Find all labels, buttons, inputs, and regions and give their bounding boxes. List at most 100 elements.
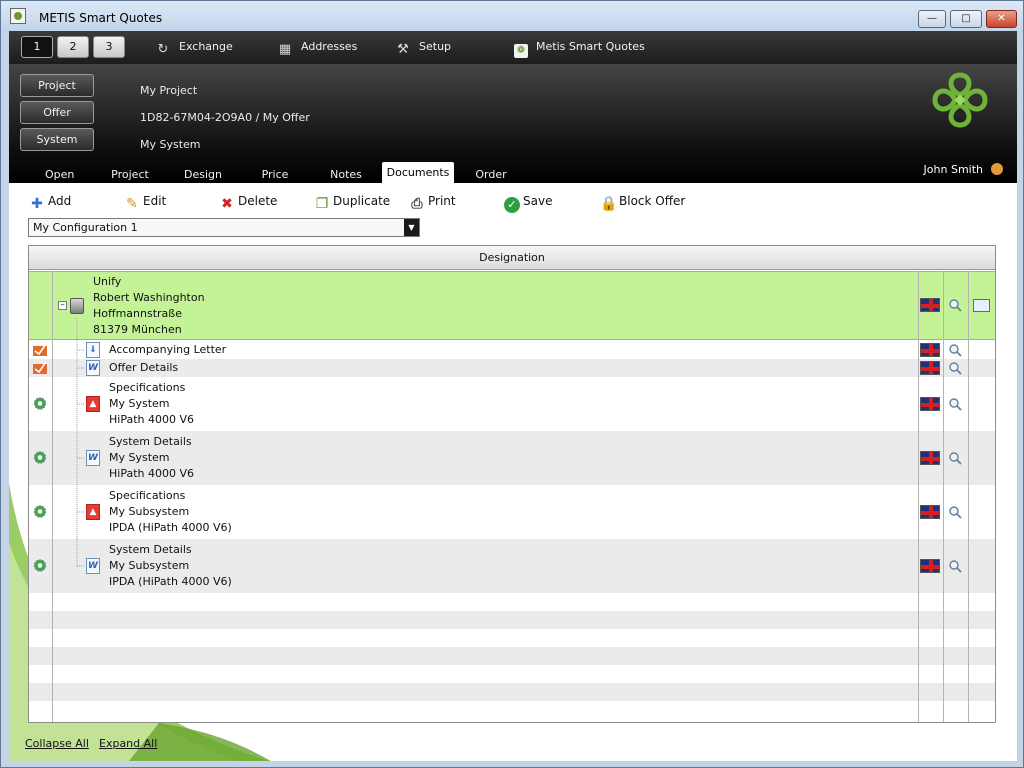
page-button-2[interactable]: 2: [57, 36, 89, 58]
preview-icon[interactable]: [948, 298, 962, 312]
document-line-1: System Details: [109, 543, 192, 556]
column-divider: [52, 271, 53, 722]
table-row-root[interactable]: – Unify Robert Washinghton Hoffmannstraß…: [29, 271, 995, 340]
pdf-document-icon: ▲: [86, 504, 100, 520]
print-icon: ⎙: [411, 196, 423, 212]
collapse-all-link[interactable]: Collapse All: [25, 737, 89, 750]
duplicate-icon: ❐: [315, 196, 329, 212]
language-flag-icon[interactable]: [920, 298, 940, 312]
generated-status-icon: [33, 505, 47, 518]
nav-addresses[interactable]: ▦ Addresses: [277, 40, 357, 57]
language-flag-icon[interactable]: [920, 361, 940, 375]
offer-button[interactable]: Offer: [20, 101, 94, 124]
document-line-1: Specifications: [109, 381, 186, 394]
window-title: METIS Smart Quotes: [39, 11, 163, 25]
configuration-select[interactable]: My Configuration 1 ▼: [28, 218, 420, 237]
user-name: John Smith: [923, 163, 983, 176]
expand-all-link[interactable]: Expand All: [99, 737, 157, 750]
tab-order[interactable]: Order: [474, 168, 508, 183]
table-row[interactable]: ▲ Specifications My Subsystem IPDA (HiPa…: [29, 485, 995, 539]
page-button-1[interactable]: 1: [21, 36, 53, 58]
title-bar: METIS Smart Quotes — □ ✕: [1, 1, 1023, 31]
table-row[interactable]: ▲ Specifications My System HiPath 4000 V…: [29, 377, 995, 431]
chevron-down-icon[interactable]: ▼: [404, 219, 419, 236]
preview-icon[interactable]: [948, 397, 962, 411]
word-document-icon: W: [86, 558, 100, 574]
preview-icon[interactable]: [948, 343, 962, 357]
preview-icon[interactable]: [948, 505, 962, 519]
project-button[interactable]: Project: [20, 74, 94, 97]
column-divider: [968, 271, 969, 722]
language-flag-icon[interactable]: [920, 397, 940, 411]
tab-open[interactable]: Open: [45, 168, 74, 183]
tab-documents[interactable]: Documents: [382, 162, 454, 183]
tab-project[interactable]: Project: [110, 168, 150, 183]
block-offer-label: Block Offer: [619, 194, 686, 208]
offer-value: 1D82-67M04-2O9A0 / My Offer: [140, 111, 310, 124]
save-label: Save: [523, 194, 553, 208]
table-row[interactable]: ⇓ Accompanying Letter: [29, 341, 995, 359]
nav-setup-label: Setup: [419, 40, 452, 53]
maximize-button[interactable]: □: [950, 10, 982, 28]
column-divider: [943, 271, 944, 722]
document-line-1: System Details: [109, 435, 192, 448]
tab-price[interactable]: Price: [260, 168, 290, 183]
exchange-icon: ↻: [157, 42, 169, 57]
project-value: My Project: [140, 84, 198, 97]
root-line-3: Hoffmannstraße: [93, 307, 182, 320]
duplicate-label: Duplicate: [333, 194, 391, 208]
print-button[interactable]: ⎙ Print: [409, 194, 455, 212]
nav-exchange[interactable]: ↻ Exchange: [155, 40, 233, 57]
language-flag-icon[interactable]: [920, 343, 940, 357]
nav-metis-label: Metis Smart Quotes: [536, 40, 645, 53]
page-button-3[interactable]: 3: [93, 36, 125, 58]
add-button[interactable]: ✚ Add: [29, 194, 71, 212]
document-line-2: My System: [109, 451, 170, 464]
tab-notes[interactable]: Notes: [329, 168, 363, 183]
addresses-icon: ▦: [278, 42, 292, 57]
language-flag-icon[interactable]: [920, 451, 940, 465]
table-row[interactable]: W System Details My Subsystem IPDA (HiPa…: [29, 539, 995, 593]
language-flag-icon[interactable]: [920, 505, 940, 519]
minimize-button[interactable]: —: [918, 10, 946, 28]
app-window: METIS Smart Quotes — □ ✕ 1 2 3 ↻ Exchange…: [0, 0, 1024, 768]
generated-status-icon: [33, 397, 47, 410]
document-line-1: Accompanying Letter: [109, 343, 227, 356]
delete-button[interactable]: ✖ Delete: [219, 194, 277, 212]
add-icon: ✚: [31, 196, 43, 212]
generated-status-icon: [33, 559, 47, 572]
nav-setup[interactable]: ⚒ Setup: [395, 40, 451, 57]
edit-button[interactable]: ✎ Edit: [124, 194, 166, 212]
language-flag-icon[interactable]: [920, 559, 940, 573]
close-button[interactable]: ✕: [986, 10, 1017, 28]
document-line-3: IPDA (HiPath 4000 V6): [109, 521, 232, 534]
document-line-3: HiPath 4000 V6: [109, 467, 195, 480]
table-row[interactable]: W System Details My System HiPath 4000 V…: [29, 431, 995, 485]
preview-icon[interactable]: [948, 559, 962, 573]
user-icon: [991, 163, 1003, 175]
edit-label: Edit: [143, 194, 167, 208]
letter-document-icon: ⇓: [86, 342, 100, 358]
collapse-toggle-icon[interactable]: –: [58, 301, 67, 310]
root-line-1: Unify: [93, 275, 122, 288]
preview-icon[interactable]: [948, 451, 962, 465]
word-document-icon: W: [86, 450, 100, 466]
system-button[interactable]: System: [20, 128, 94, 151]
document-line-3: HiPath 4000 V6: [109, 413, 195, 426]
block-offer-button[interactable]: 🔒 Block Offer: [600, 194, 685, 212]
pdf-document-icon: ▲: [86, 396, 100, 412]
user-info[interactable]: John Smith: [924, 163, 1003, 176]
preview-icon[interactable]: [948, 361, 962, 375]
add-label: Add: [48, 194, 72, 208]
table-row[interactable]: W Offer Details: [29, 359, 995, 377]
tab-design[interactable]: Design: [184, 168, 222, 183]
top-navigation: 1 2 3 ↻ Exchange ▦ Addresses ⚒ Setup ❁ Metis…: [9, 31, 1017, 64]
root-line-4: 81379 München: [93, 323, 182, 336]
save-button[interactable]: ✓ Save: [504, 194, 552, 213]
email-icon[interactable]: [973, 299, 990, 312]
duplicate-button[interactable]: ❐ Duplicate: [314, 194, 390, 212]
save-icon: ✓: [504, 197, 520, 213]
app-icon: [10, 8, 26, 24]
nav-metis-smart-quotes[interactable]: ❁ Metis Smart Quotes: [514, 40, 645, 58]
column-header-designation: Designation: [29, 246, 995, 270]
